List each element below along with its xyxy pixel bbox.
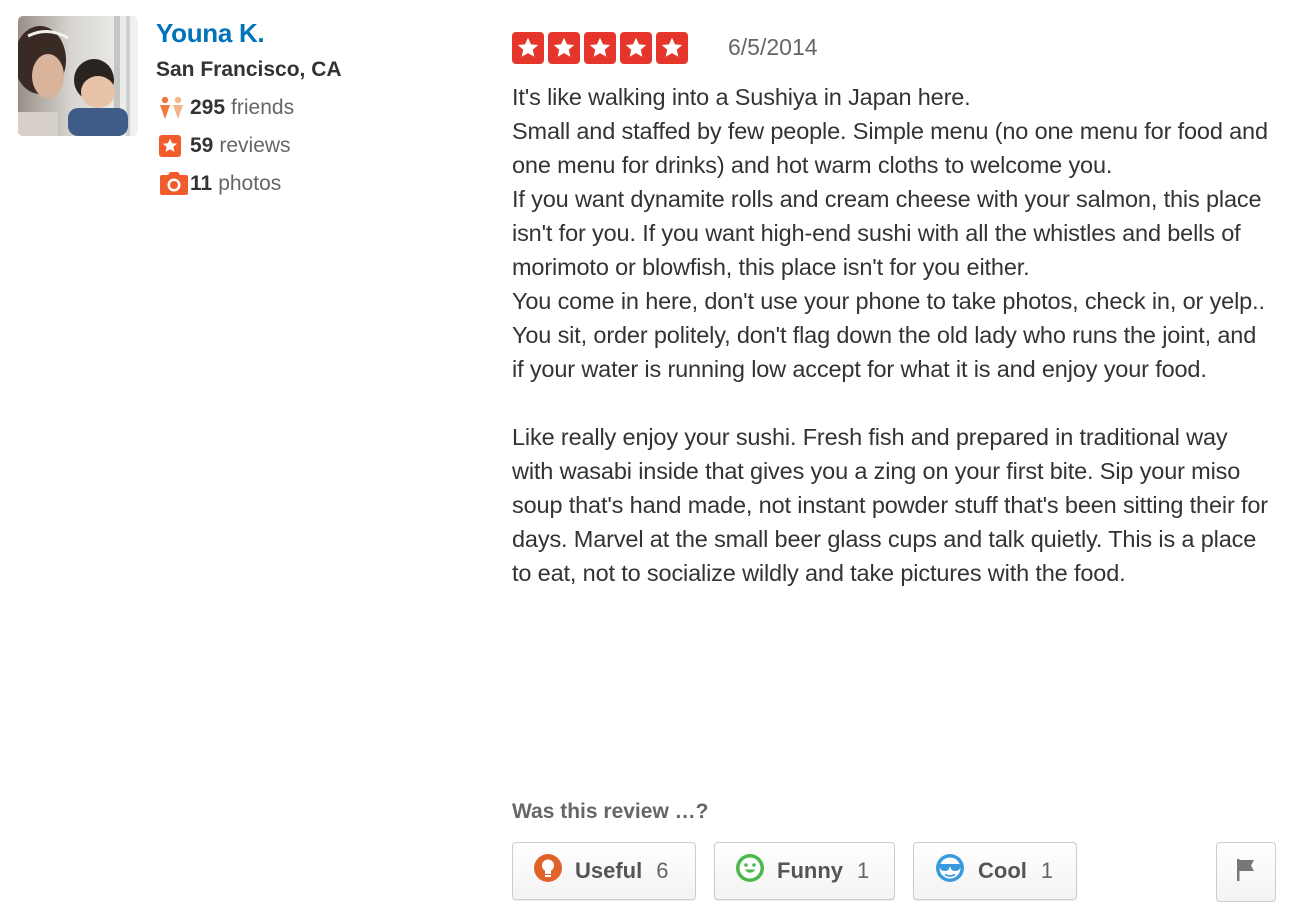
user-name-link[interactable]: Youna K. — [156, 18, 265, 49]
funny-count: 1 — [857, 858, 870, 883]
friends-label: friends — [231, 96, 295, 119]
review-paragraph: It's like walking into a Sushiya in Japa… — [512, 84, 971, 110]
star-rating — [512, 32, 688, 64]
vote-question: Was this review …? — [512, 800, 709, 823]
cool-count: 1 — [1040, 858, 1054, 883]
review-star-icon — [158, 131, 190, 161]
photos-label: photos — [218, 172, 282, 195]
star-icon — [584, 32, 616, 64]
friends-count: 295 — [190, 96, 226, 119]
camera-icon — [158, 169, 190, 199]
review-paragraph: You come in here, don't use your phone t… — [512, 288, 1265, 382]
flag-icon — [1235, 857, 1257, 888]
user-friends-stat: 295 friends — [158, 93, 294, 123]
useful-label: Useful — [575, 858, 643, 883]
review-date: 6/5/2014 — [728, 34, 818, 60]
star-icon — [656, 32, 688, 64]
review-paragraph: Small and staffed by few people. Simple … — [512, 118, 1268, 178]
flag-review-button[interactable] — [1216, 842, 1276, 902]
cool-button[interactable]: Cool 1 — [913, 842, 1077, 900]
funny-button[interactable]: Funny 1 — [714, 842, 895, 900]
funny-label: Funny — [777, 858, 843, 883]
friends-icon — [158, 93, 190, 123]
star-icon — [620, 32, 652, 64]
review-paragraph-break — [512, 386, 1272, 420]
lightbulb-icon — [533, 853, 563, 889]
photos-count: 11 — [190, 172, 213, 195]
review-paragraph: Like really enjoy your sushi. Fresh fish… — [512, 424, 1268, 586]
star-icon — [512, 32, 544, 64]
sunglasses-icon — [934, 853, 966, 889]
user-avatar[interactable] — [18, 16, 138, 136]
user-location: San Francisco, CA — [156, 58, 342, 81]
review-paragraph: If you want dynamite rolls and cream che… — [512, 186, 1262, 280]
useful-count: 6 — [656, 858, 669, 883]
review-text: It's like walking into a Sushiya in Japa… — [512, 80, 1272, 590]
star-icon — [548, 32, 580, 64]
smiley-icon — [735, 853, 765, 889]
useful-button[interactable]: Useful 6 — [512, 842, 696, 900]
user-photos-stat: 11 photos — [158, 169, 281, 199]
reviews-label: reviews — [219, 134, 291, 157]
reviews-count: 59 — [190, 134, 214, 157]
cool-label: Cool — [978, 858, 1027, 883]
user-reviews-stat: 59 reviews — [158, 131, 291, 161]
